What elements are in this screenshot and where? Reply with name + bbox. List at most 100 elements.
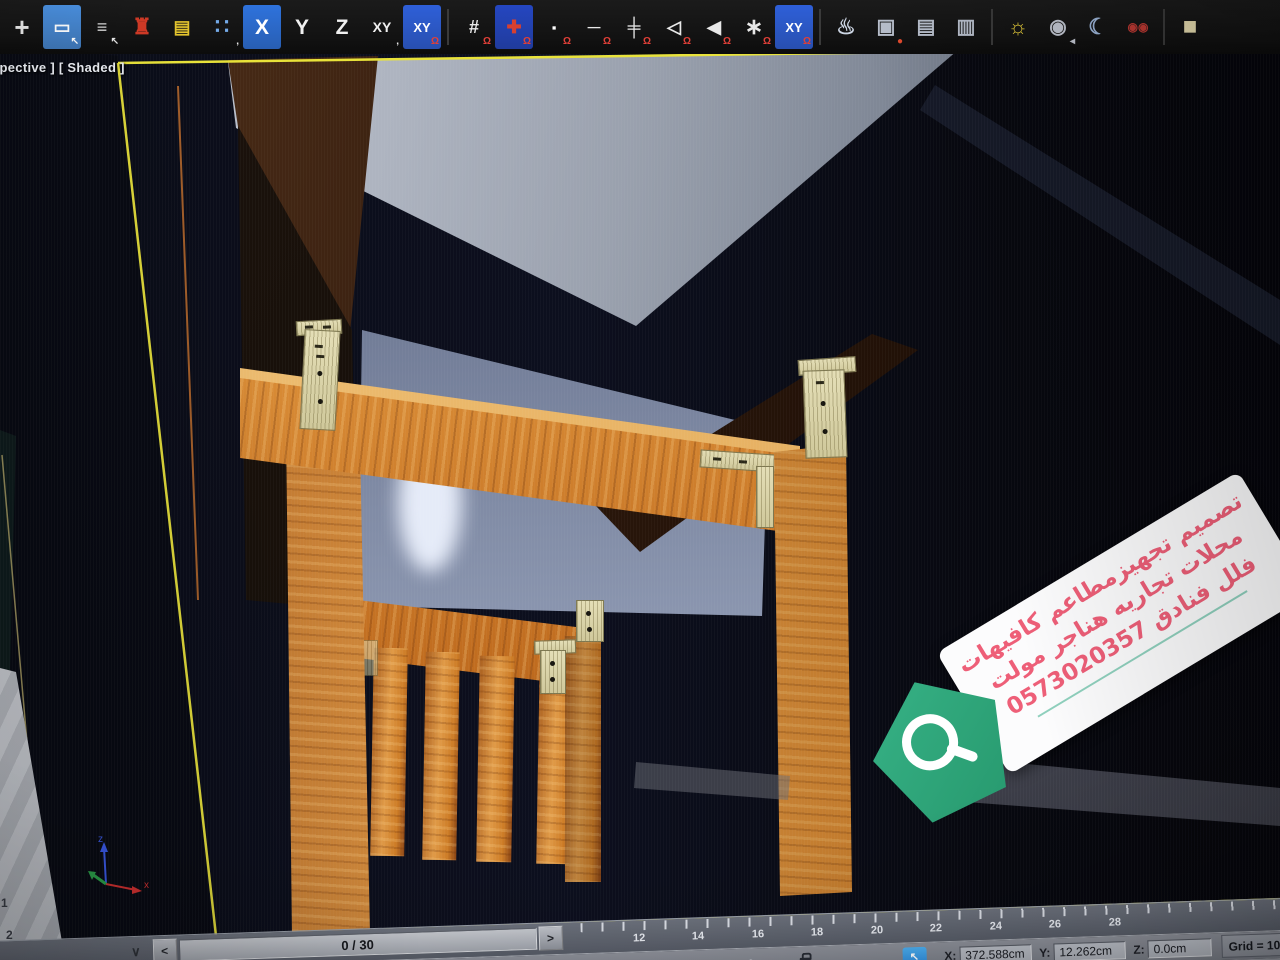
material-editor-button[interactable]: ▣● <box>867 5 905 49</box>
axis-tripod: z x <box>88 834 149 894</box>
restrict-y-button[interactable]: Y <box>283 5 321 49</box>
main-toolbar: +▭↖≡↖♜▤∷,XYZXY,XYΩ#Ω✚Ω▪Ω─Ω╪Ω◁Ω◀Ω∗ΩXYΩ♨▣●… <box>0 0 1280 54</box>
toolbar-separator <box>991 9 993 45</box>
next-frame-button[interactable]: > <box>538 926 563 951</box>
percent-snap-toggle[interactable]: ◀Ω <box>695 5 733 49</box>
previous-frame-button[interactable]: < <box>152 939 177 960</box>
grid-point-snap-toggle-sub-glyph: Ω <box>523 37 531 47</box>
y-label: Y: <box>1039 945 1051 959</box>
spinner-snap-toggle-glyph: ∗ <box>745 16 763 38</box>
toolbar-icon-strip: +▭↖≡↖♜▤∷,XYZXY,XYΩ#Ω✚Ω▪Ω─Ω╪Ω◁Ω◀Ω∗ΩXYΩ♨▣●… <box>2 5 1210 49</box>
render-setup-button-glyph: ▤ <box>917 17 936 37</box>
endpoint-snap-toggle-glyph: ─ <box>588 18 601 36</box>
select-by-name-tool-glyph: ≡ <box>97 18 108 36</box>
svg-text:x: x <box>144 880 149 891</box>
ruler-number-20: 20 <box>871 924 884 936</box>
color-swatch-glyph: ■ <box>1183 15 1198 39</box>
ruler-number-18: 18 <box>811 926 824 938</box>
grid-point-snap-toggle[interactable]: ✚Ω <box>495 5 533 49</box>
toolbar-separator <box>819 9 821 45</box>
toolbar-separator <box>1163 9 1165 45</box>
grid-snap-toggle[interactable]: #Ω <box>455 5 493 49</box>
ruler-number-12: 12 <box>633 932 646 944</box>
ruler-number-24: 24 <box>990 920 1003 932</box>
light-lister-button-glyph: ☼ <box>1008 16 1028 38</box>
grid-size-readout: Grid = 10.0 <box>1221 931 1280 958</box>
selection-dots-tool[interactable]: ∷, <box>203 5 241 49</box>
add-tool[interactable]: + <box>3 5 41 49</box>
snap-toggle-xy-2-button-glyph: XY <box>785 21 802 34</box>
scene-structure-tool[interactable]: ♜ <box>123 5 161 49</box>
ruler-number-14: 14 <box>692 930 705 942</box>
grid-snap-toggle-glyph: # <box>469 18 479 36</box>
render-frame-window-button[interactable]: ▥ <box>947 5 985 49</box>
grid-snap-toggle-sub-glyph: Ω <box>483 37 491 47</box>
selection-dots-tool-sub-glyph: , <box>236 37 239 47</box>
toolbar-separator <box>447 9 449 45</box>
orange-spline <box>178 86 198 600</box>
vertex-snap-toggle-sub-glyph: Ω <box>563 37 571 47</box>
viewport-borders-overlay: z x <box>0 0 1280 960</box>
material-editor-button-sub-glyph: ● <box>897 37 903 47</box>
transform-typein-icon[interactable]: ↖ <box>902 947 927 960</box>
render-teapot-icon[interactable]: ♨ <box>827 5 865 49</box>
x-coordinate-field[interactable]: 372.588cm <box>959 944 1032 960</box>
midpoint-snap-toggle-sub-glyph: Ω <box>643 37 651 47</box>
z-coordinate-field[interactable]: 0.0cm <box>1147 938 1212 958</box>
light-lister-button[interactable]: ☼ <box>999 5 1037 49</box>
select-object-tool-sub-glyph: ↖ <box>71 37 79 47</box>
midpoint-snap-toggle-glyph: ╪ <box>628 18 641 36</box>
select-by-name-tool-sub-glyph: ↖ <box>111 37 119 47</box>
ruler-number-28: 28 <box>1109 916 1122 928</box>
ruler-number-22: 22 <box>930 922 943 934</box>
spinner-snap-toggle[interactable]: ∗Ω <box>735 5 773 49</box>
x-label: X: <box>944 948 956 960</box>
endpoint-snap-toggle-sub-glyph: Ω <box>603 37 611 47</box>
video-camera-button[interactable]: ◉◂ <box>1039 5 1077 49</box>
render-teapot-icon-glyph: ♨ <box>836 16 856 38</box>
measure-ruler-tool[interactable]: ▤ <box>163 5 201 49</box>
render-production-button-glyph: ◉◉ <box>1128 21 1149 33</box>
endpoint-snap-toggle[interactable]: ─Ω <box>575 5 613 49</box>
snap-toggle-xy-button[interactable]: XYΩ <box>403 5 441 49</box>
mini-curve-chevron-icon[interactable]: ∨ <box>131 944 141 960</box>
render-setup-button[interactable]: ▤ <box>907 5 945 49</box>
select-by-name-tool[interactable]: ≡↖ <box>83 5 121 49</box>
scene-structure-tool-glyph: ♜ <box>132 16 152 38</box>
restrict-x-button-glyph: X <box>255 17 269 38</box>
selection-dots-tool-glyph: ∷ <box>215 16 229 38</box>
restrict-xy-plane-button-glyph: XY <box>373 20 392 34</box>
z-label: Z: <box>1133 942 1145 956</box>
restrict-z-button[interactable]: Z <box>323 5 361 49</box>
snap-toggle-xy-button-sub-glyph: Ω <box>431 37 439 47</box>
midpoint-snap-toggle[interactable]: ╪Ω <box>615 5 653 49</box>
viewport-border-left <box>118 63 216 936</box>
select-object-tool[interactable]: ▭↖ <box>43 5 81 49</box>
monitor-photo: +▭↖≡↖♜▤∷,XYZXY,XYΩ#Ω✚Ω▪Ω─Ω╪Ω◁Ω◀Ω∗ΩXYΩ♨▣●… <box>0 0 1280 960</box>
angle-snap-toggle[interactable]: ◁Ω <box>655 5 693 49</box>
vertex-snap-toggle[interactable]: ▪Ω <box>535 5 573 49</box>
percent-snap-toggle-glyph: ◀ <box>707 18 721 36</box>
restrict-x-button[interactable]: X <box>243 5 281 49</box>
percent-snap-toggle-sub-glyph: Ω <box>723 37 731 47</box>
ruler-number-26: 26 <box>1049 918 1062 930</box>
render-iterative-button-glyph: ☾ <box>1088 16 1108 38</box>
render-frame-window-button-glyph: ▥ <box>957 17 976 37</box>
restrict-xy-plane-button[interactable]: XY, <box>363 5 401 49</box>
magnifier-icon <box>895 708 964 777</box>
restrict-xy-plane-button-sub-glyph: , <box>396 37 399 47</box>
add-tool-glyph: + <box>14 14 29 40</box>
video-camera-button-glyph: ◉ <box>1049 17 1066 37</box>
wedge-number-1: 1 <box>1 896 8 910</box>
color-swatch[interactable]: ■ <box>1171 5 1209 49</box>
measure-ruler-tool-glyph: ▤ <box>173 18 190 36</box>
y-coordinate-field[interactable]: 12.262cm <box>1053 941 1126 960</box>
render-iterative-button[interactable]: ☾ <box>1079 5 1117 49</box>
svg-text:z: z <box>98 834 103 845</box>
time-slider-handle[interactable]: 0 / 30 <box>178 928 537 960</box>
viewport-label[interactable]: spective ] [ Shaded ] <box>0 60 125 75</box>
restrict-z-button-glyph: Z <box>336 17 349 38</box>
vertex-snap-toggle-glyph: ▪ <box>552 21 557 34</box>
snap-toggle-xy-2-button[interactable]: XYΩ <box>775 5 813 49</box>
render-production-button[interactable]: ◉◉ <box>1119 5 1157 49</box>
